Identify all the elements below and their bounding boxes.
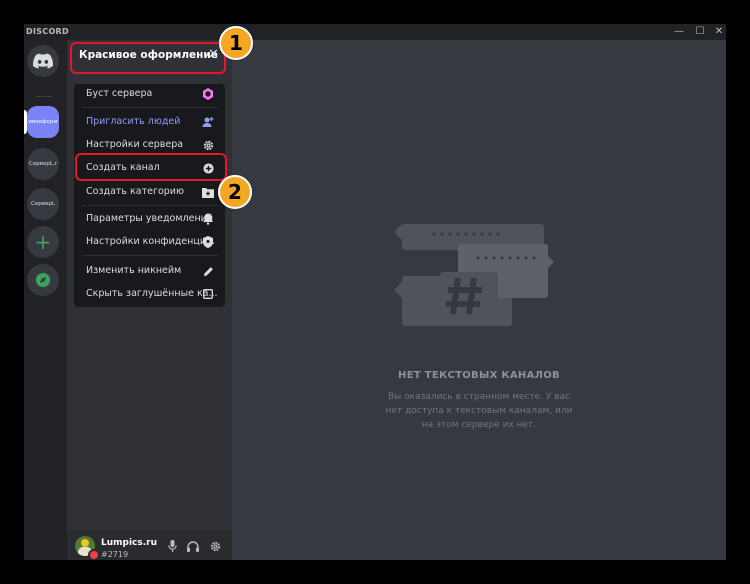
close-window-button[interactable]: ✕ xyxy=(712,25,726,39)
server-serverl-r[interactable]: СерверL.r xyxy=(27,148,59,180)
user-settings-gear-icon[interactable] xyxy=(209,540,221,552)
shield-icon xyxy=(202,236,214,248)
callout-badge-1: 1 xyxy=(219,26,253,60)
gear-icon xyxy=(202,139,214,151)
server-label: СерверL xyxy=(31,201,55,207)
highlight-create-channel xyxy=(75,153,227,181)
checkbox-icon[interactable] xyxy=(202,288,214,300)
server-list: ивоеформ СерверL.r СерверL + xyxy=(24,40,67,560)
server-label: ивоеформ xyxy=(28,119,58,125)
menu-item-server-settings[interactable]: Настройки сервера xyxy=(86,139,183,150)
add-server-icon: + xyxy=(34,230,52,254)
server-krasivoe[interactable]: ивоеформ xyxy=(27,106,59,138)
menu-divider xyxy=(82,205,218,206)
menu-divider xyxy=(82,107,218,108)
maximize-button[interactable]: ☐ xyxy=(693,25,707,39)
menu-item-notifications[interactable]: Параметры уведомлений xyxy=(86,213,213,224)
bell-icon xyxy=(202,213,214,225)
boost-gem-icon xyxy=(202,88,214,100)
add-server-button[interactable]: + xyxy=(27,226,59,258)
username: Lumpics.ru xyxy=(101,538,158,548)
microphone-icon[interactable] xyxy=(166,540,178,552)
status-dnd-icon xyxy=(88,549,100,560)
empty-state-title: НЕТ ТЕКСТОВЫХ КАНАЛОВ xyxy=(398,370,560,381)
menu-item-hide-muted[interactable]: Скрыть заглушённые ка... xyxy=(86,288,218,299)
folder-plus-icon xyxy=(202,186,214,198)
pencil-icon xyxy=(202,265,214,277)
server-label: СерверL.r xyxy=(29,161,57,167)
minimize-button[interactable]: — xyxy=(672,25,686,39)
home-button[interactable] xyxy=(27,45,59,77)
server-serverl[interactable]: СерверL xyxy=(27,188,59,220)
server-list-divider xyxy=(36,96,52,97)
explore-button[interactable] xyxy=(27,264,59,296)
discord-window: DISCORD — ☐ ✕ ивоеформ СерверL.r СерверL… xyxy=(24,24,726,560)
user-tag: #2719 xyxy=(101,550,129,559)
app-brand: DISCORD xyxy=(26,27,69,36)
menu-item-invite[interactable]: Пригласить людей xyxy=(86,116,180,127)
no-channels-illustration xyxy=(394,224,554,326)
menu-item-change-nickname[interactable]: Изменить никнейм xyxy=(86,265,181,276)
menu-item-create-category[interactable]: Создать категорию xyxy=(86,186,184,197)
title-bar: DISCORD — ☐ ✕ xyxy=(24,24,726,40)
invite-people-icon xyxy=(202,116,214,128)
discord-home-icon xyxy=(33,53,53,69)
explore-compass-icon xyxy=(36,273,50,287)
empty-state-subtitle: Вы оказались в странном месте. У вас нет… xyxy=(385,392,573,430)
menu-item-privacy[interactable]: Настройки конфиденци... xyxy=(86,236,215,247)
highlight-server-header xyxy=(70,42,226,74)
headphones-icon[interactable] xyxy=(187,540,199,552)
menu-item-boost[interactable]: Буст сервера xyxy=(86,88,152,99)
callout-badge-2: 2 xyxy=(218,175,252,209)
menu-divider xyxy=(82,255,218,256)
